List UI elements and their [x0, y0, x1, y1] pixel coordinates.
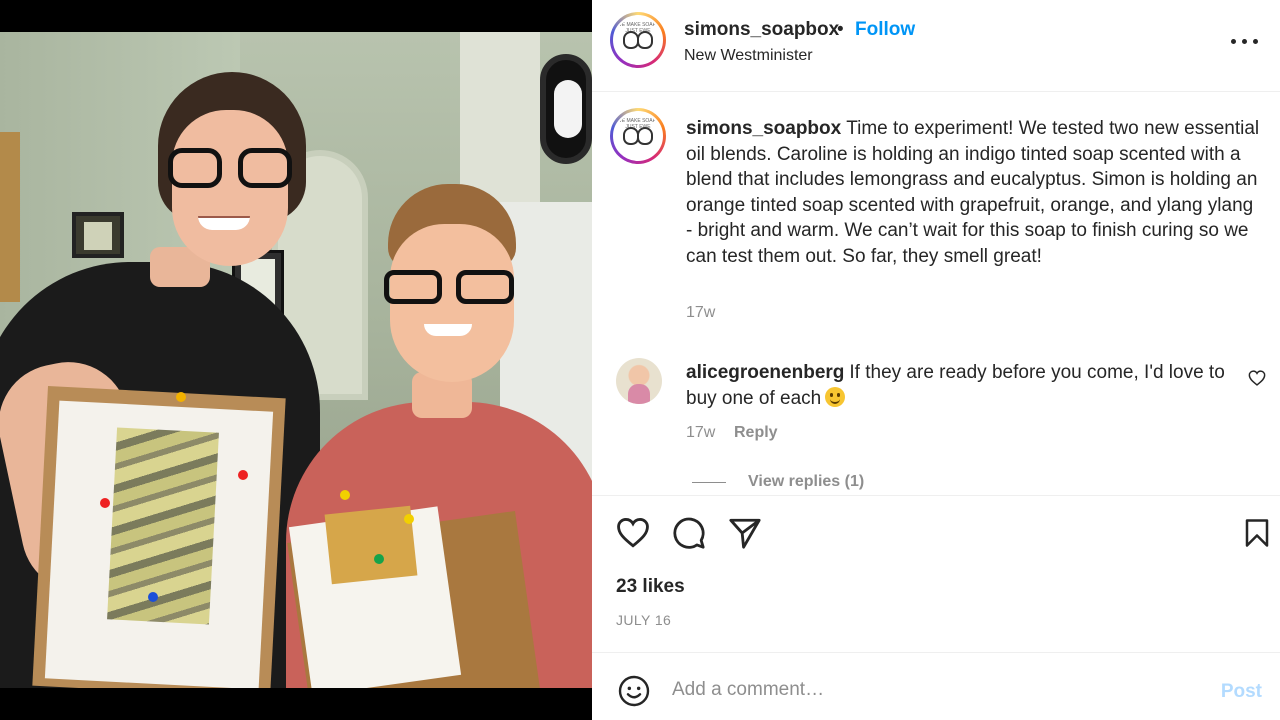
photo-pin: [100, 498, 110, 508]
bookmark-icon[interactable]: [1242, 516, 1272, 550]
photo-glasses: [384, 270, 514, 306]
separator-dot: •: [837, 19, 844, 40]
smiley-icon[interactable]: [618, 675, 650, 707]
comment-like-heart-icon[interactable]: [1248, 370, 1266, 386]
commenter-avatar[interactable]: [616, 358, 662, 404]
photo-indigo-soap: [107, 427, 219, 625]
photo-pin: [176, 392, 186, 402]
photo-person-face: [172, 110, 288, 266]
add-comment-bar: Post: [592, 652, 1280, 720]
caption-username[interactable]: simons_soapbox: [686, 118, 841, 139]
author-username[interactable]: simons_soapbox: [684, 19, 839, 41]
photo-wall-clock: [540, 54, 592, 164]
view-replies-button[interactable]: View replies (1): [748, 473, 864, 491]
avatar-logo: WE MAKE SOAP · JUST EWE: [613, 15, 663, 65]
follow-button[interactable]: Follow: [855, 19, 915, 41]
post-photo[interactable]: [0, 32, 592, 688]
avatar-logo-text: WE MAKE SOAP · JUST EWE: [617, 22, 659, 34]
post-caption: simons_soapbox Time to experiment! We tes…: [686, 116, 1260, 269]
view-replies-divider: [692, 482, 726, 483]
comment-body: alicegroenenberg If they are ready before…: [686, 360, 1246, 412]
comment-input[interactable]: [672, 671, 1212, 709]
likes-count[interactable]: 23 likes: [616, 576, 685, 598]
speech-bubble-icon[interactable]: [672, 516, 706, 550]
photo-pin: [340, 490, 350, 500]
photo-glasses: [168, 148, 292, 188]
photo-pin: [238, 470, 248, 480]
photo-smile: [424, 324, 472, 336]
comment-timestamp[interactable]: 17w: [686, 424, 715, 442]
post-location[interactable]: New Westminister: [684, 47, 813, 65]
photo-smile: [198, 216, 250, 230]
photo-pin: [404, 514, 414, 524]
photo-pin: [374, 554, 384, 564]
avatar-face-right: [637, 127, 653, 145]
post-date[interactable]: JULY 16: [616, 612, 671, 628]
commenter-username[interactable]: alicegroenenberg: [686, 362, 844, 383]
avatar-logo: WE MAKE SOAP · JUST EWE: [613, 111, 663, 161]
photo-pin: [148, 592, 158, 602]
caption-text: Time to experiment! We tested two new es…: [686, 118, 1260, 267]
avatar-face-right: [637, 31, 653, 49]
post-media-pane: [0, 0, 592, 720]
author-avatar[interactable]: WE MAKE SOAP · JUST EWE: [610, 12, 666, 68]
paper-plane-icon[interactable]: [728, 516, 762, 550]
photo-wall-frame: [72, 212, 124, 258]
more-horizontal-icon[interactable]: [1230, 30, 1260, 54]
post-comment-button[interactable]: Post: [1221, 681, 1262, 703]
caption-timestamp[interactable]: 17w: [686, 304, 715, 322]
avatar-logo-text: WE MAKE SOAP · JUST EWE: [617, 118, 659, 130]
post-actions-bar: [592, 496, 1280, 566]
smiley-emoji-icon: [825, 387, 846, 407]
heart-icon[interactable]: [616, 516, 650, 550]
post-header: WE MAKE SOAP · JUST EWE simons_soapbox •…: [592, 0, 1280, 92]
post-details-panel: WE MAKE SOAP · JUST EWE simons_soapbox •…: [592, 0, 1280, 720]
photo-shelf: [0, 132, 20, 302]
reply-button[interactable]: Reply: [734, 424, 778, 442]
comments-section[interactable]: WE MAKE SOAP · JUST EWE simons_soapbox Ti…: [592, 92, 1280, 496]
caption-author-avatar[interactable]: WE MAKE SOAP · JUST EWE: [610, 108, 666, 164]
